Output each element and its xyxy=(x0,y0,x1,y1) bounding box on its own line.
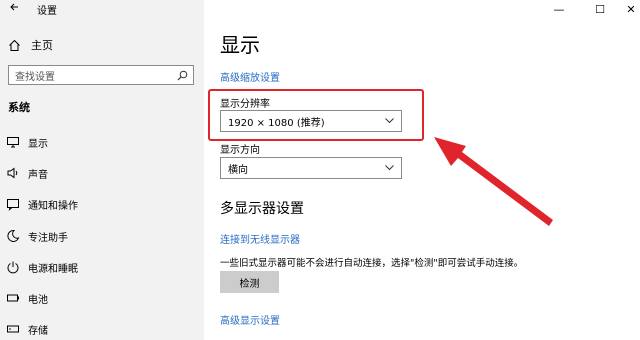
annotation-arrow-icon xyxy=(434,137,553,226)
